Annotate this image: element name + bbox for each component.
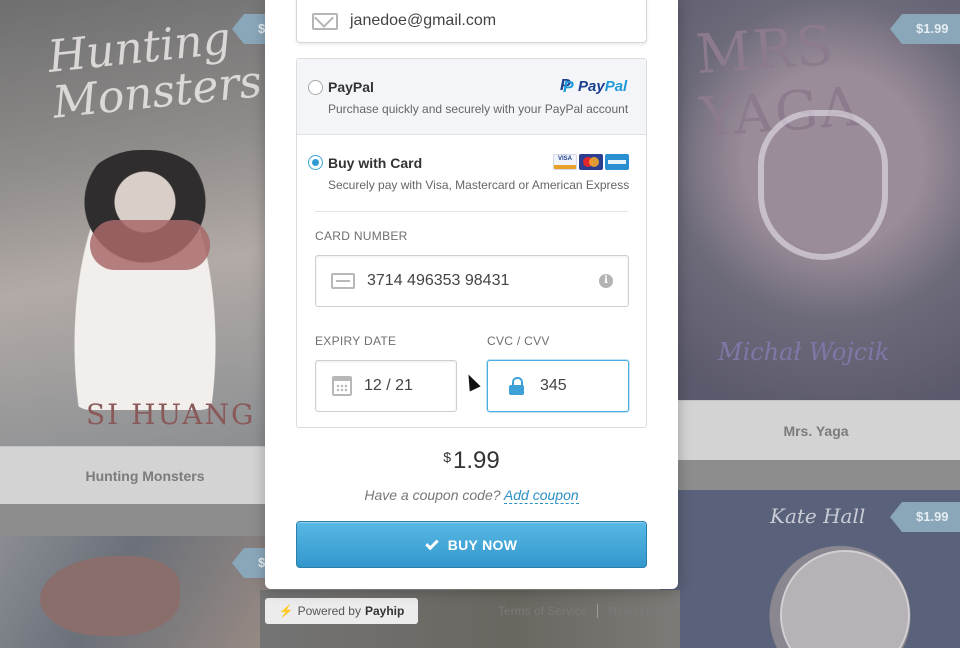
- price-amount: 1.99: [453, 447, 500, 474]
- paypal-title: PayPal: [328, 79, 374, 95]
- cover-title: Kate Hall: [770, 504, 866, 528]
- email-value: janedoe@gmail.com: [350, 12, 497, 29]
- calendar-icon: [332, 376, 352, 396]
- cvc-input[interactable]: 345: [487, 360, 629, 412]
- product-name-hunting-monsters[interactable]: Hunting Monsters: [0, 446, 290, 504]
- card-radio[interactable]: [308, 155, 323, 170]
- expiry-date-input[interactable]: 12 / 21: [315, 360, 457, 412]
- expiry-date-label: EXPIRY DATE: [315, 334, 397, 348]
- lock-icon: [509, 377, 524, 395]
- product-cover-mrs-yaga[interactable]: MRS YAGA Michał Wojcik: [678, 0, 960, 400]
- paypal-logo-pal: Pal: [604, 78, 628, 95]
- terms-link[interactable]: Terms of Service: [498, 604, 587, 618]
- paypal-radio[interactable]: [308, 80, 323, 95]
- info-icon[interactable]: i: [599, 274, 613, 288]
- add-coupon-link[interactable]: Add coupon: [503, 487, 579, 504]
- amex-icon: [605, 154, 629, 170]
- powered-by-text: Powered by: [297, 604, 361, 618]
- bolt-icon: ⚡: [278, 604, 294, 618]
- card-title: Buy with Card: [328, 155, 423, 171]
- product-cover-hunting-monsters[interactable]: Hunting Monsters SI HUANG: [0, 0, 282, 446]
- footer-links: Terms of Service Need Help?: [498, 598, 678, 624]
- check-icon: [425, 536, 439, 550]
- visa-icon: VISA: [553, 154, 577, 170]
- card-brand-logos: VISA: [553, 154, 629, 170]
- cover-author: SI HUANG: [86, 398, 256, 431]
- help-link[interactable]: Need Help?: [608, 604, 671, 618]
- envelope-icon: [312, 12, 338, 30]
- card-number-label: CARD NUMBER: [315, 229, 408, 243]
- paypal-logo-icon: PayPal: [560, 77, 628, 97]
- card-number-input[interactable]: 3714 496353 98431 i: [315, 255, 629, 307]
- cover-illustration: [70, 150, 220, 410]
- product-name-mrs-yaga[interactable]: Mrs. Yaga: [672, 400, 960, 460]
- mastercard-icon: [579, 154, 603, 170]
- cover-illustration: [758, 110, 888, 260]
- cvc-value: 345: [540, 377, 567, 394]
- paypal-subtitle: Purchase quickly and securely with your …: [328, 102, 629, 116]
- cover-illustration-scarf: [90, 220, 210, 270]
- powered-by-brand: Payhip: [364, 604, 405, 618]
- paypal-mark-icon: [560, 77, 574, 97]
- email-field[interactable]: janedoe@gmail.com: [296, 0, 647, 43]
- coupon-prompt: Have a coupon code?: [364, 487, 501, 503]
- footer-divider: [597, 604, 599, 618]
- cvc-label: CVC / CVV: [487, 334, 550, 348]
- order-total: $1.99: [265, 447, 678, 475]
- cover-illustration: [780, 550, 910, 648]
- payment-option-paypal[interactable]: PayPal Purchase quickly and securely wit…: [297, 59, 646, 135]
- card-subtitle: Securely pay with Visa, Mastercard or Am…: [328, 178, 630, 192]
- expiry-date-value: 12 / 21: [364, 377, 413, 394]
- checkout-modal: janedoe@gmail.com PayPal Purchase quickl…: [265, 0, 678, 589]
- coupon-row: Have a coupon code? Add coupon: [265, 487, 678, 504]
- cover-author: Michał Wojcik: [718, 338, 890, 366]
- card-number-value: 3714 496353 98431: [367, 272, 510, 289]
- price-currency: $: [443, 449, 452, 465]
- buy-now-label: BUY NOW: [447, 536, 518, 553]
- section-divider: [315, 211, 628, 212]
- buy-now-button[interactable]: BUY NOW: [296, 521, 647, 568]
- price-tag: $1.99: [890, 14, 960, 44]
- powered-by-badge[interactable]: ⚡ Powered by Payhip: [265, 598, 418, 624]
- price-tag: $1.99: [890, 502, 960, 532]
- credit-card-icon: [331, 273, 355, 289]
- cover-illustration: [40, 556, 180, 636]
- paypal-logo-pay: Pay: [578, 78, 605, 95]
